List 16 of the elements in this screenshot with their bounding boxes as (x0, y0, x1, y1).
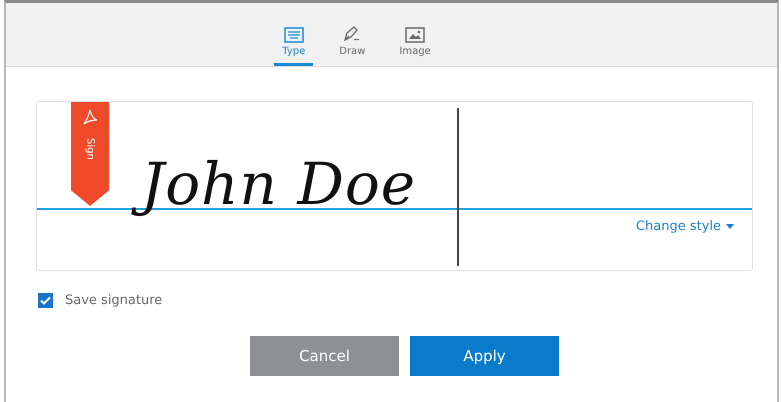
pen-icon (342, 25, 362, 43)
cancel-button[interactable]: Cancel (250, 336, 399, 376)
apply-button[interactable]: Apply (410, 336, 559, 376)
change-style-link[interactable]: Change style (630, 218, 740, 235)
checkbox-label: Save signature (65, 293, 162, 308)
tab[interactable]: Type (274, 19, 314, 66)
checkbox[interactable] (38, 293, 53, 308)
image-icon (405, 27, 426, 43)
keyboard-icon (284, 27, 304, 43)
tab[interactable]: Draw (331, 17, 374, 66)
acrobat-logo-icon (82, 108, 98, 126)
signature-field[interactable]: John Doe Sign Change style (36, 101, 753, 271)
ribbon-label: Sign (84, 138, 96, 160)
caret-icon (726, 224, 734, 229)
tab[interactable]: Image (391, 19, 439, 66)
signature-text: John Doe (125, 141, 430, 228)
